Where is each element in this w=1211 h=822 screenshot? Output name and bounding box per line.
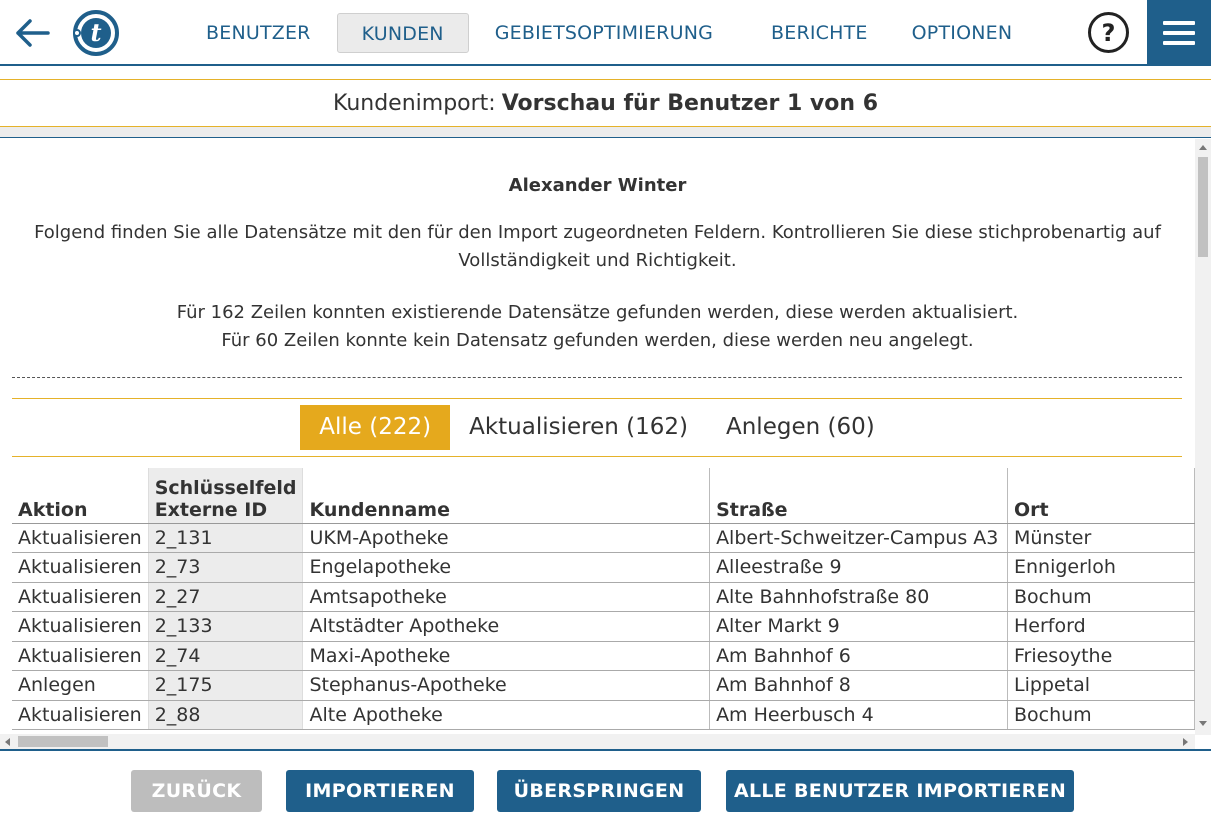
title-divider xyxy=(0,127,1211,138)
table-row: Aktualisieren 2_74 Maxi-Apotheke Am Bahn… xyxy=(12,641,1195,671)
nav-item-gebietsoptimierung[interactable]: GEBIETSOPTIMIERUNG xyxy=(477,13,731,53)
top-navigation-bar: t BENUTZER KUNDEN GEBIETSOPTIMIERUNG BER… xyxy=(0,0,1211,66)
header-kundenname[interactable]: Kundenname xyxy=(302,468,711,524)
cell-aktion: Aktualisieren xyxy=(12,552,149,583)
filter-bar: Alle (222) Aktualisieren (162) Anlegen (… xyxy=(12,398,1182,457)
table-row: Aktualisieren 2_88 Alte Apotheke Am Heer… xyxy=(12,700,1195,730)
description-text: Folgend finden Sie alle Datensätze mit d… xyxy=(34,222,1161,271)
cell-kundenname: Amtsapotheke xyxy=(302,582,711,612)
import-stats: Für 162 Zeilen konnten existierende Date… xyxy=(0,299,1195,355)
back-arrow-icon[interactable] xyxy=(12,14,52,52)
table-row: Aktualisieren 2_27 Amtsapotheke Alte Bah… xyxy=(12,582,1195,612)
app-logo-icon[interactable]: t xyxy=(71,9,121,57)
cell-strasse: Alter Markt 9 xyxy=(709,611,1008,642)
vertical-scroll-thumb[interactable] xyxy=(1198,157,1208,257)
page-title-prefix: Kundenimport: xyxy=(332,90,496,116)
header-ort[interactable]: Ort xyxy=(1007,468,1195,524)
page-title-main: Vorschau für Benutzer 1 von 6 xyxy=(501,90,879,116)
scroll-left-arrow-icon[interactable] xyxy=(5,738,10,746)
logo-letter: t xyxy=(90,18,101,47)
main-nav: BENUTZER KUNDEN GEBIETSOPTIMIERUNG BERIC… xyxy=(188,12,1038,53)
cell-aktion: Aktualisieren xyxy=(12,700,149,730)
cell-strasse: Alte Bahnhofstraße 80 xyxy=(709,582,1008,612)
header-aktion[interactable]: Aktion xyxy=(12,468,149,524)
header-schluesselfeld[interactable]: Schlüsselfeld Externe ID xyxy=(147,468,304,524)
nav-item-berichte[interactable]: BERICHTE xyxy=(753,13,886,53)
hamburger-menu-icon[interactable] xyxy=(1147,0,1211,66)
cell-kundenname: UKM-Apotheke xyxy=(302,523,711,553)
header-strasse[interactable]: Straße xyxy=(709,468,1008,524)
cell-ort: Ennigerloh xyxy=(1007,552,1195,583)
stat-update-text: Für 162 Zeilen konnten existierende Date… xyxy=(176,302,1019,323)
filter-create[interactable]: Anlegen (60) xyxy=(707,405,894,450)
cell-ort: Münster xyxy=(1007,523,1195,553)
table-header-row: Aktion Schlüsselfeld Externe ID Kundenna… xyxy=(12,468,1195,524)
cell-externe-id: 2_131 xyxy=(147,523,304,553)
vertical-scrollbar[interactable] xyxy=(1195,139,1211,735)
scroll-up-arrow-icon[interactable] xyxy=(1199,145,1207,150)
scroll-right-arrow-icon[interactable] xyxy=(1183,738,1188,746)
header-key-line2: Externe ID xyxy=(154,498,268,521)
cell-externe-id: 2_74 xyxy=(147,641,304,671)
horizontal-scroll-thumb[interactable] xyxy=(18,736,108,747)
table-row: Aktualisieren 2_73 Engelapotheke Alleest… xyxy=(12,552,1195,583)
cell-kundenname: Stephanus-Apotheke xyxy=(302,670,711,701)
cell-externe-id: 2_27 xyxy=(147,582,304,612)
import-all-button[interactable]: ALLE BENUTZER IMPORTIEREN xyxy=(726,770,1074,812)
user-name: Alexander Winter xyxy=(508,175,687,196)
cell-strasse: Am Heerbusch 4 xyxy=(709,700,1008,730)
page-title: Kundenimport: Vorschau für Benutzer 1 vo… xyxy=(0,79,1211,127)
stat-create-text: Für 60 Zeilen konnte kein Datensatz gefu… xyxy=(221,330,974,351)
preview-table: Aktion Schlüsselfeld Externe ID Kundenna… xyxy=(12,468,1195,730)
cell-ort: Bochum xyxy=(1007,582,1195,612)
scroll-down-arrow-icon[interactable] xyxy=(1199,721,1207,726)
table-row: Aktualisieren 2_133 Altstädter Apotheke … xyxy=(12,611,1195,642)
cell-ort: Herford xyxy=(1007,611,1195,642)
cell-strasse: Am Bahnhof 8 xyxy=(709,670,1008,701)
cell-aktion: Anlegen xyxy=(12,670,149,701)
cell-ort: Bochum xyxy=(1007,700,1195,730)
cell-kundenname: Altstädter Apotheke xyxy=(302,611,711,642)
table-row: Anlegen 2_175 Stephanus-Apotheke Am Bahn… xyxy=(12,670,1195,701)
cell-externe-id: 2_133 xyxy=(147,611,304,642)
help-icon[interactable]: ? xyxy=(1088,12,1129,53)
filter-all[interactable]: Alle (222) xyxy=(300,405,451,450)
cell-aktion: Aktualisieren xyxy=(12,523,149,553)
cell-strasse: Am Bahnhof 6 xyxy=(709,641,1008,671)
cell-aktion: Aktualisieren xyxy=(12,641,149,671)
cell-externe-id: 2_88 xyxy=(147,700,304,730)
cell-strasse: Alleestraße 9 xyxy=(709,552,1008,583)
action-bar: ZURÜCK IMPORTIEREN ÜBERSPRINGEN ALLE BEN… xyxy=(0,749,1211,822)
cell-kundenname: Maxi-Apotheke xyxy=(302,641,711,671)
table-row: Aktualisieren 2_131 UKM-Apotheke Albert-… xyxy=(12,523,1195,553)
back-button[interactable]: ZURÜCK xyxy=(131,770,262,812)
skip-button[interactable]: ÜBERSPRINGEN xyxy=(497,770,701,812)
horizontal-scrollbar[interactable] xyxy=(0,734,1195,749)
cell-kundenname: Alte Apotheke xyxy=(302,700,711,730)
header-key-line1: Schlüsselfeld xyxy=(154,476,297,499)
nav-item-benutzer[interactable]: BENUTZER xyxy=(188,13,329,53)
dashed-divider xyxy=(12,377,1182,378)
nav-item-kunden[interactable]: KUNDEN xyxy=(336,12,469,53)
cell-externe-id: 2_73 xyxy=(147,552,304,583)
cell-ort: Lippetal xyxy=(1007,670,1195,701)
cell-kundenname: Engelapotheke xyxy=(302,552,711,583)
cell-externe-id: 2_175 xyxy=(147,670,304,701)
cell-ort: Friesoythe xyxy=(1007,641,1195,671)
import-preview-content: Alexander Winter Folgend finden Sie alle… xyxy=(0,139,1195,749)
cell-aktion: Aktualisieren xyxy=(12,582,149,612)
cell-aktion: Aktualisieren xyxy=(12,611,149,642)
nav-item-optionen[interactable]: OPTIONEN xyxy=(894,13,1031,53)
filter-update[interactable]: Aktualisieren (162) xyxy=(450,405,707,450)
import-button[interactable]: IMPORTIEREN xyxy=(286,770,474,812)
cell-strasse: Albert-Schweitzer-Campus A3 xyxy=(709,523,1008,553)
